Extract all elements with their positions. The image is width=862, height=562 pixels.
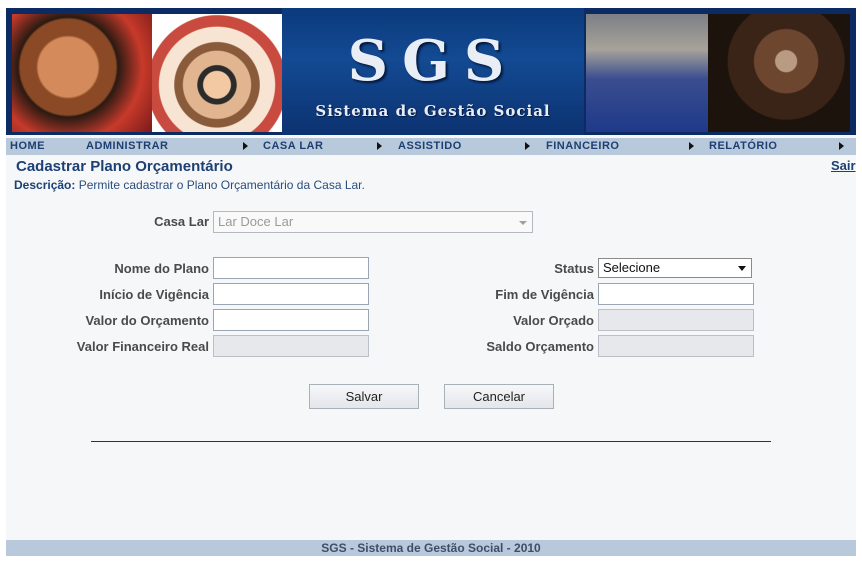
casa-lar-label: Casa Lar: [154, 214, 209, 229]
valor-orcamento-label: Valor do Orçamento: [85, 313, 209, 328]
valor-orcado-input: [598, 309, 754, 331]
logout-link[interactable]: Sair: [831, 158, 856, 173]
fim-vigencia-input[interactable]: [598, 283, 754, 305]
arrow-right-icon: [839, 142, 844, 150]
nav-assistido[interactable]: ASSISTIDO: [398, 140, 462, 152]
main-nav: HOME ADMINISTRAR CASA LAR ASSISTIDO FINA…: [6, 138, 856, 155]
status-select[interactable]: Selecione: [598, 258, 752, 278]
status-value: Selecione: [603, 260, 661, 275]
chevron-down-icon: [738, 266, 746, 271]
photo-boy-backpack: [586, 14, 708, 132]
inicio-vigencia-input[interactable]: [213, 283, 369, 305]
nome-plano-input[interactable]: [213, 257, 369, 279]
saldo-orcamento-label: Saldo Orçamento: [486, 339, 594, 354]
nav-home[interactable]: HOME: [10, 140, 45, 152]
sgs-logo: SGS: [347, 28, 519, 94]
nome-plano-label: Nome do Plano: [114, 261, 209, 276]
nav-relatorio[interactable]: RELATÓRIO: [709, 140, 777, 152]
valor-orcamento-input[interactable]: [213, 309, 369, 331]
valor-financeiro-real-label: Valor Financeiro Real: [76, 339, 209, 354]
valor-orcado-label: Valor Orçado: [513, 313, 594, 328]
nav-administrar[interactable]: ADMINISTRAR: [86, 140, 169, 152]
photo-child-face: [708, 14, 850, 132]
arrow-right-icon: [377, 142, 382, 150]
logo-area: SGS Sistema de Gestão Social: [282, 8, 584, 135]
page-title: Cadastrar Plano Orçamentário: [16, 158, 233, 175]
arrow-right-icon: [525, 142, 530, 150]
saldo-orcamento-input: [598, 335, 754, 357]
description-label: Descrição:: [14, 178, 76, 192]
page-description: Descrição: Permite cadastrar o Plano Orç…: [14, 178, 365, 192]
cancel-button[interactable]: Cancelar: [444, 384, 554, 409]
fim-vigencia-label: Fim de Vigência: [495, 287, 594, 302]
photo-smiling-child: [12, 14, 152, 132]
casa-lar-select: Lar Doce Lar: [213, 211, 533, 233]
header-banner: SGS Sistema de Gestão Social: [6, 8, 856, 135]
divider: [91, 441, 771, 442]
status-label: Status: [554, 261, 594, 276]
nav-financeiro[interactable]: FINANCEIRO: [546, 140, 619, 152]
footer: SGS - Sistema de Gestão Social - 2010: [6, 540, 856, 556]
save-button[interactable]: Salvar: [309, 384, 419, 409]
chevron-down-icon: [519, 221, 527, 225]
photo-children-circle: [152, 14, 282, 132]
app-frame: SGS Sistema de Gestão Social HOME ADMINI…: [6, 8, 856, 556]
description-text: Permite cadastrar o Plano Orçamentário d…: [75, 178, 365, 192]
logo-subtitle: Sistema de Gestão Social: [315, 102, 551, 120]
valor-financeiro-real-input: [213, 335, 369, 357]
arrow-right-icon: [689, 142, 694, 150]
inicio-vigencia-label: Início de Vigência: [99, 287, 209, 302]
arrow-right-icon: [243, 142, 248, 150]
nav-casa-lar[interactable]: CASA LAR: [263, 140, 323, 152]
casa-lar-value: Lar Doce Lar: [218, 214, 294, 229]
